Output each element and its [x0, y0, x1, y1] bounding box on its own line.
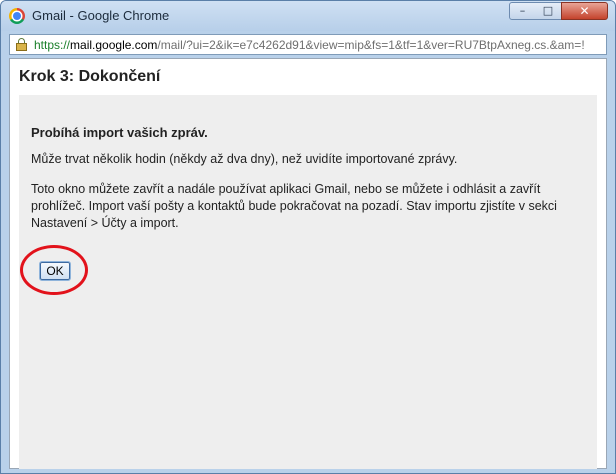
page-content: Krok 3: Dokončení Probíhá import vašich …: [9, 58, 607, 469]
lock-icon: [16, 38, 27, 51]
import-status-title: Probíhá import vašich zpráv.: [31, 125, 208, 140]
window-title: Gmail - Google Chrome: [32, 8, 170, 23]
ok-button[interactable]: OK: [39, 261, 71, 281]
message-panel: Probíhá import vašich zpráv. Může trvat …: [19, 95, 597, 469]
title-bar[interactable]: Gmail - Google Chrome – □ ✕: [1, 1, 615, 31]
minimize-button[interactable]: –: [509, 2, 536, 20]
url-text[interactable]: https://mail.google.com/mail/?ui=2&ik=e7…: [34, 38, 602, 52]
import-duration-text: Může trvat několik hodin (někdy až dva d…: [31, 152, 458, 166]
close-button[interactable]: ✕: [561, 2, 608, 20]
url-domain: mail.google.com: [70, 38, 158, 52]
address-bar[interactable]: https://mail.google.com/mail/?ui=2&ik=e7…: [9, 34, 607, 55]
url-path: /mail/?ui=2&ik=e7c4262d91&view=mip&fs=1&…: [157, 38, 585, 52]
url-scheme: https://: [34, 38, 71, 52]
dialog-heading: Krok 3: Dokončení: [19, 68, 161, 85]
maximize-button[interactable]: □: [535, 2, 562, 20]
browser-window: Gmail - Google Chrome – □ ✕ https://mail…: [0, 0, 616, 474]
chrome-logo-icon: [9, 8, 25, 24]
import-info-text: Toto okno můžete zavřít a nadále používa…: [31, 182, 557, 230]
